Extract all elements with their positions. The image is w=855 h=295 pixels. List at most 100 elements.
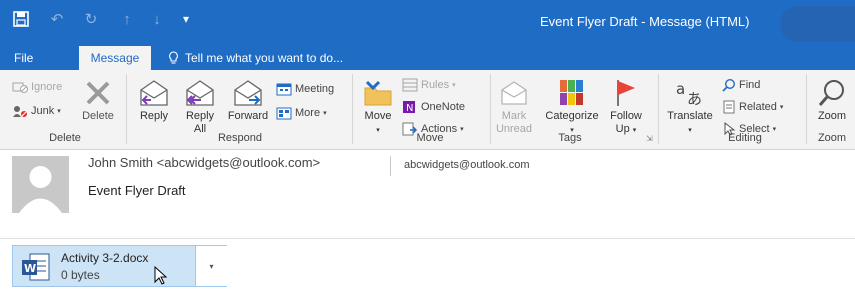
tab-message[interactable]: Message xyxy=(79,46,151,70)
find-button[interactable]: Find xyxy=(722,78,760,92)
ignore-button[interactable]: Ignore xyxy=(12,80,62,94)
rules-label: Rules xyxy=(421,79,450,91)
ribbon: Ignore Junk ▾ Delete Delete Reply Reply … xyxy=(0,70,855,150)
more-respond-icon xyxy=(276,107,292,120)
group-label-respond: Respond xyxy=(217,132,263,144)
chevron-down-icon: ▾ xyxy=(688,127,692,134)
mark-unread-icon xyxy=(501,81,527,105)
find-label: Find xyxy=(739,79,761,91)
redo-icon[interactable]: ↻ xyxy=(80,8,102,30)
up-arrow-icon[interactable]: ↑ xyxy=(116,8,138,30)
meeting-button[interactable]: Meeting xyxy=(276,82,334,96)
tab-row: File Message Tell me what you want to do… xyxy=(0,46,855,70)
customize-qat-icon[interactable]: ▾ xyxy=(175,8,197,30)
svg-text:a: a xyxy=(676,80,685,98)
chevron-down-icon: ▾ xyxy=(779,104,784,111)
group-separator xyxy=(126,74,127,144)
more-label: More xyxy=(295,107,321,119)
chevron-down-icon: ▾ xyxy=(632,127,637,134)
delete-x-icon xyxy=(86,81,110,105)
junk-label: Junk xyxy=(31,105,55,117)
attachment-chip[interactable]: W Activity 3-2.docx 0 bytes ▾ xyxy=(12,245,227,287)
delete-label: Delete xyxy=(82,110,114,122)
group-label-editing: Editing xyxy=(728,132,762,144)
chevron-down-icon: ▾ xyxy=(452,82,456,89)
group-label-tags: Tags xyxy=(558,132,582,144)
chevron-down-icon: ▾ xyxy=(460,126,464,133)
person-silhouette-icon xyxy=(19,166,62,213)
tell-me-box[interactable]: Tell me what you want to do... xyxy=(168,51,343,65)
onenote-icon: N xyxy=(403,101,415,114)
chevron-down-icon: ▾ xyxy=(209,261,214,271)
account-area[interactable] xyxy=(780,6,855,42)
title-bar: ↶ ↻ ↑ ↓ ▾ Event Flyer Draft - Message (H… xyxy=(0,0,855,46)
group-label-move: Move xyxy=(416,132,444,144)
group-label-delete: Delete xyxy=(49,132,81,144)
zoom-button[interactable]: Zoom xyxy=(812,78,852,123)
move-folder-icon xyxy=(364,80,392,106)
group-separator xyxy=(352,74,353,144)
zoom-label: Zoom xyxy=(817,110,847,122)
chevron-down-icon: ▾ xyxy=(57,108,61,115)
reply-button[interactable]: Reply xyxy=(134,78,174,123)
translate-icon: aあ xyxy=(676,80,702,108)
window-title: Event Flyer Draft - Message (HTML) xyxy=(540,14,750,29)
reply-all-button[interactable]: Reply All xyxy=(180,78,220,136)
reply-all-icon xyxy=(186,80,214,106)
header-bottom-divider xyxy=(0,238,855,239)
mark-unread-button[interactable]: Mark Unread xyxy=(494,78,534,136)
chevron-down-icon: ▾ xyxy=(376,127,380,134)
flag-icon xyxy=(617,80,635,106)
subject-line: Event Flyer Draft xyxy=(88,183,186,198)
forward-icon xyxy=(234,80,262,106)
forward-button[interactable]: Forward xyxy=(224,78,272,123)
attachment-size: 0 bytes xyxy=(61,268,100,282)
more-button[interactable]: More ▾ xyxy=(276,106,327,120)
tab-file[interactable]: File xyxy=(14,51,33,65)
onenote-button[interactable]: N OneNote xyxy=(402,100,465,114)
ignore-icon xyxy=(12,82,28,93)
mouse-cursor-icon xyxy=(154,266,168,285)
follow-up-button[interactable]: Follow Up ▾ xyxy=(606,78,646,137)
junk-button[interactable]: Junk ▾ xyxy=(12,104,61,118)
group-separator xyxy=(806,74,807,144)
attachment-name: Activity 3-2.docx xyxy=(61,251,149,265)
categorize-button[interactable]: Categorize ▾ xyxy=(542,78,602,137)
follow-up-label-2: Up xyxy=(615,123,630,135)
undo-icon[interactable]: ↶ xyxy=(46,8,68,30)
reply-all-label-1: Reply xyxy=(185,110,215,122)
tags-dialog-launcher-icon[interactable]: ⇲ xyxy=(646,134,653,143)
recipient-address[interactable]: abcwidgets@outlook.com xyxy=(404,159,530,171)
mark-unread-label-1: Mark xyxy=(501,110,527,122)
related-button[interactable]: Related ▾ xyxy=(722,100,783,114)
rules-button[interactable]: Rules ▾ xyxy=(402,78,456,92)
translate-label: Translate xyxy=(667,110,713,122)
attachment-dropdown-button[interactable]: ▾ xyxy=(195,246,227,286)
reply-icon xyxy=(140,80,168,106)
group-separator xyxy=(490,74,491,144)
move-button[interactable]: Move ▾ xyxy=(360,78,396,137)
chevron-down-icon: ▾ xyxy=(323,110,327,117)
meeting-icon xyxy=(276,83,292,96)
onenote-label: OneNote xyxy=(421,101,466,113)
categorize-label: Categorize xyxy=(545,110,599,122)
message-header: John Smith <abcwidgets@outlook.com> abcw… xyxy=(0,150,855,295)
move-label: Move xyxy=(364,110,392,122)
svg-text:W: W xyxy=(24,262,36,275)
save-icon[interactable] xyxy=(10,8,32,30)
zoom-icon xyxy=(818,80,844,106)
group-label-zoom: Zoom xyxy=(817,132,847,144)
tell-me-text: Tell me what you want to do... xyxy=(185,51,344,65)
translate-button[interactable]: aあ Translate ▾ xyxy=(664,78,716,137)
related-icon xyxy=(723,100,735,114)
delete-button[interactable]: Delete xyxy=(78,78,118,123)
mark-unread-label-2: Unread xyxy=(495,123,533,135)
ignore-label: Ignore xyxy=(31,81,63,93)
sender-name[interactable]: John Smith <abcwidgets@outlook.com> xyxy=(88,155,320,170)
down-arrow-icon[interactable]: ↓ xyxy=(146,8,168,30)
avatar xyxy=(12,156,69,213)
rules-icon xyxy=(402,78,418,92)
junk-icon xyxy=(13,106,27,117)
header-divider xyxy=(390,156,391,176)
svg-text:N: N xyxy=(406,103,413,114)
